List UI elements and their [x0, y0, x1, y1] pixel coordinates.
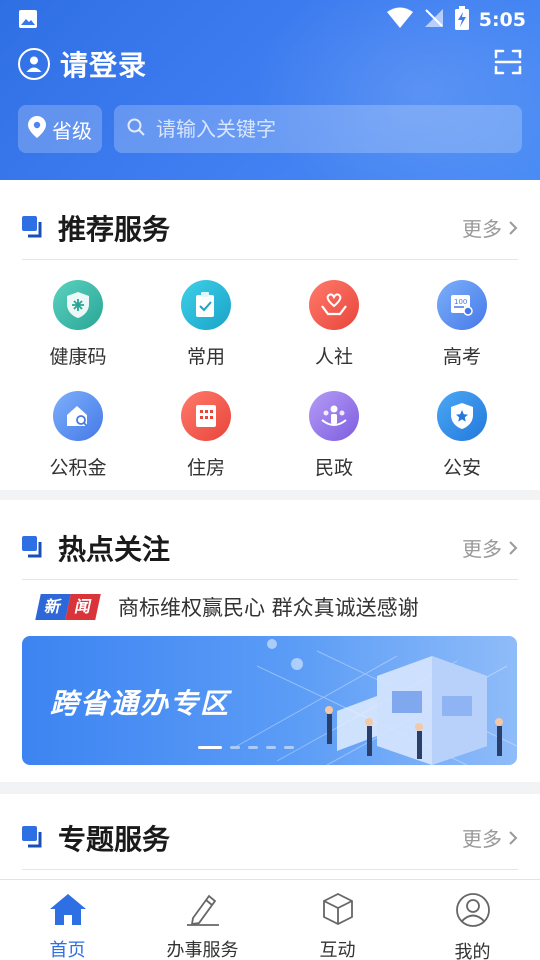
section-title: 推荐服务: [58, 213, 171, 246]
signal-off-icon: [423, 7, 445, 33]
wifi-icon: [386, 7, 413, 33]
service-grid: 健康码 常用 人社 100 高考 公积金 住房 民政 公安: [14, 280, 526, 480]
user-icon: [455, 892, 491, 932]
location-selector[interactable]: 省级: [18, 105, 102, 153]
search-bar[interactable]: [114, 105, 522, 153]
section-icon: [22, 826, 44, 848]
battery-charging-icon: [454, 6, 469, 34]
service-housing-fund[interactable]: 公积金: [14, 391, 142, 480]
scan-icon[interactable]: [494, 48, 522, 80]
banner-title: 跨省通办专区: [50, 687, 231, 720]
service-public-security[interactable]: 公安: [398, 391, 526, 480]
chevron-right-icon: [509, 220, 518, 235]
police-badge-icon: [437, 391, 487, 441]
home-icon: [48, 892, 88, 930]
special-services-card: 专题服务 更多: [0, 794, 540, 884]
hands-heart-icon: [309, 280, 359, 330]
nav-services[interactable]: 办事服务: [135, 880, 270, 960]
service-common[interactable]: 常用: [142, 280, 270, 369]
user-avatar-icon: [18, 48, 50, 80]
nav-interaction[interactable]: 互动: [270, 880, 405, 960]
carousel-dot: [230, 746, 240, 749]
status-time: 5:05: [478, 9, 526, 31]
bottom-nav: 首页 办事服务 互动 我的: [0, 879, 540, 960]
pen-icon: [185, 892, 221, 930]
building-icon: [181, 391, 231, 441]
cube-icon: [321, 892, 355, 930]
carousel-indicator: [198, 746, 294, 749]
recommended-header: 推荐服务 更多: [22, 180, 518, 260]
status-bar: 5:05: [0, 0, 540, 36]
gallery-icon: [18, 9, 38, 33]
location-text: 省级: [52, 118, 92, 143]
carousel-dot-active: [198, 746, 222, 749]
login-text: 请登录: [60, 49, 148, 82]
nav-home[interactable]: 首页: [0, 880, 135, 960]
news-headline: 商标维权赢民心 群众真诚送感谢: [118, 596, 419, 620]
exam-icon: 100: [437, 280, 487, 330]
svg-text:100: 100: [454, 298, 467, 306]
house-search-icon: [53, 391, 103, 441]
more-link[interactable]: 更多: [462, 213, 518, 242]
more-link[interactable]: 更多: [462, 533, 518, 562]
promo-banner[interactable]: 跨省通办专区: [22, 636, 517, 765]
service-health-code[interactable]: 健康码: [14, 280, 142, 369]
section-icon: [22, 536, 44, 558]
service-civil-affairs[interactable]: 民政: [270, 391, 398, 480]
chevron-right-icon: [509, 830, 518, 845]
hot-topics-card: 热点关注 更多 新 闻 商标维权赢民心 群众真诚送感谢 跨省通办专区: [0, 500, 540, 782]
special-header: 专题服务 更多: [22, 790, 518, 870]
hot-header: 热点关注 更多: [22, 500, 518, 580]
search-icon: [126, 117, 146, 141]
carousel-dot: [248, 746, 258, 749]
search-input[interactable]: [156, 117, 496, 141]
service-gaokao[interactable]: 100 高考: [398, 280, 526, 369]
login-button[interactable]: 请登录: [18, 44, 147, 84]
people-icon: [309, 391, 359, 441]
recommended-services-card: 推荐服务 更多 健康码 常用 人社 100 高考 公积金 住房 民政 公安: [0, 180, 540, 490]
chevron-right-icon: [509, 540, 518, 555]
service-social-security[interactable]: 人社: [270, 280, 398, 369]
news-tag: 新 闻: [35, 594, 101, 620]
more-link[interactable]: 更多: [462, 823, 518, 852]
health-code-icon: [53, 280, 103, 330]
clipboard-icon: [181, 280, 231, 330]
section-icon: [22, 216, 44, 238]
location-pin-icon: [28, 116, 46, 142]
section-title: 专题服务: [58, 823, 171, 856]
nav-profile[interactable]: 我的: [405, 880, 540, 960]
carousel-dot: [266, 746, 276, 749]
section-title: 热点关注: [58, 533, 171, 566]
news-item[interactable]: 新 闻 商标维权赢民心 群众真诚送感谢: [35, 592, 419, 622]
header: 5:05 请登录 省级: [0, 0, 540, 180]
service-housing[interactable]: 住房: [142, 391, 270, 480]
carousel-dot: [284, 746, 294, 749]
